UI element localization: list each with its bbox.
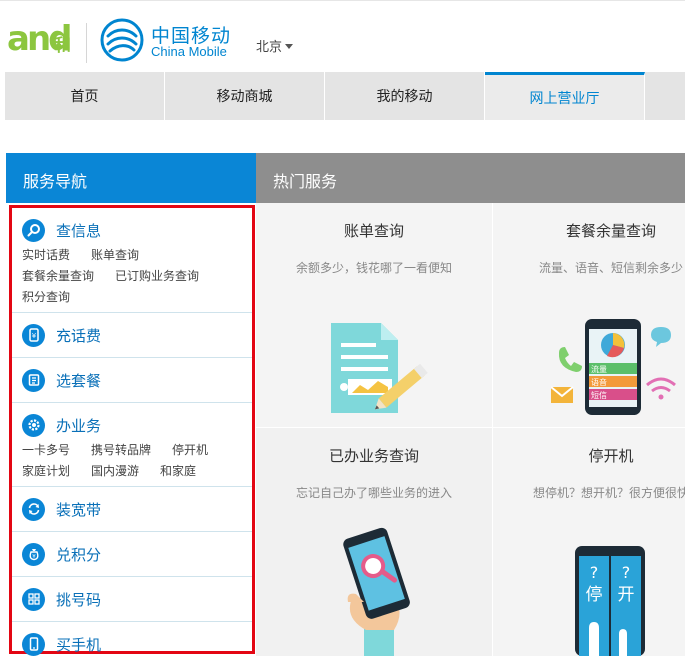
yen-phone-icon: ¥ — [22, 323, 45, 347]
service-nav-panel: 查信息 实时话费 账单查询 套餐余量查询 已订购业务查询 积分查询 ¥ 充话费 … — [9, 205, 255, 656]
link-package-balance[interactable]: 套餐余量查询 — [22, 266, 94, 287]
points-bag-icon: ¥ — [22, 542, 45, 566]
service-section-broadband: 装宽带 — [12, 487, 252, 532]
refresh-icon — [22, 497, 45, 521]
hot-card-stop-start[interactable]: 停开机 想停机？想开机？很方便很快 ? ? 停 开 — [493, 428, 685, 656]
he-logo-text: 和 — [54, 36, 71, 56]
service-section-business: 办业务 一卡多号 携号转品牌 停开机 家庭计划 国内漫游 和家庭 — [12, 403, 252, 487]
service-nav-title: 服务导航 — [6, 153, 256, 203]
service-query-links: 实时话费 账单查询 套餐余量查询 已订购业务查询 积分查询 — [22, 245, 252, 312]
service-query-title: 查信息 — [56, 221, 102, 240]
bill-document-pencil-icon — [331, 323, 428, 413]
logo-divider — [86, 23, 87, 63]
hot-card-business-query[interactable]: 已办业务查询 忘记自己办了哪些业务的进入 — [256, 428, 492, 656]
link-subscribed-query[interactable]: 已订购业务查询 — [115, 266, 199, 287]
phone-usage-stats-icon: 流量 语音 短信 — [551, 319, 676, 415]
link-he-family[interactable]: 和家庭 — [160, 461, 196, 482]
service-recharge-row[interactable]: ¥ 充话费 — [22, 313, 252, 357]
service-broadband-row[interactable]: 装宽带 — [22, 487, 252, 531]
service-section-query: 查信息 实时话费 账单查询 套餐余量查询 已订购业务查询 积分查询 — [12, 208, 252, 313]
phone-icon — [22, 632, 45, 656]
svg-text:¥: ¥ — [31, 332, 36, 340]
phone-screen-row-voice: 语音 — [591, 377, 607, 387]
nav-item-home[interactable]: 首页 — [5, 72, 165, 120]
start-sign-char: 开 — [618, 585, 635, 605]
phone-screen-row-sms: 短信 — [591, 390, 607, 400]
chevron-down-icon — [285, 44, 294, 49]
service-broadband-title: 装宽带 — [56, 500, 102, 519]
service-section-recharge: ¥ 充话费 — [12, 313, 252, 358]
svg-text:?: ? — [590, 563, 599, 582]
phone-magnifier-hand-icon — [343, 527, 410, 656]
and-logo[interactable]: and 和 — [7, 19, 77, 65]
service-business-title: 办业务 — [56, 416, 102, 435]
stop-sign-char: 停 — [586, 585, 603, 605]
hot-card-business-query-desc: 忘记自己办了哪些业务的进入 — [295, 486, 452, 500]
hot-card-bill-query-title: 账单查询 — [343, 222, 404, 240]
hot-card-package-balance-desc: 流量、语音、短信剩余多少 — [538, 261, 683, 275]
link-points-query[interactable]: 积分查询 — [22, 287, 70, 308]
phone-stop-start-icon: ? ? 停 开 — [575, 546, 645, 656]
service-number-title: 挑号码 — [56, 590, 102, 609]
hot-card-bill-query-desc: 余额多少，钱花哪了一看便知 — [295, 261, 452, 275]
svg-text:¥: ¥ — [32, 554, 36, 560]
hot-services-title: 热门服务 — [256, 153, 685, 203]
link-realtime-fee[interactable]: 实时话费 — [22, 245, 70, 266]
service-package-row[interactable]: 选套餐 — [22, 358, 252, 402]
hot-card-bill-query[interactable]: 账单查询 余额多少，钱花哪了一看便知 — [256, 203, 492, 427]
nav-item-online-hall[interactable]: 网上营业厅 — [485, 72, 645, 120]
package-icon — [22, 368, 45, 392]
hot-card-package-balance-title: 套餐余量查询 — [565, 222, 656, 240]
nav-item-mall[interactable]: 移动商城 — [165, 72, 325, 120]
hot-card-stop-start-title: 停开机 — [588, 447, 634, 465]
grid-icon — [22, 587, 45, 611]
phone-screen-row-data: 流量 — [591, 364, 607, 374]
hot-card-package-balance[interactable]: 套餐余量查询 流量、语音、短信剩余多少 流量 语音 短信 — [493, 203, 685, 427]
brand-name-en: China Mobile — [151, 44, 227, 59]
link-bill-query[interactable]: 账单查询 — [91, 245, 139, 266]
search-icon — [22, 218, 45, 242]
service-phone-title: 买手机 — [56, 635, 102, 654]
site-header: and 和 中国移动 China Mobile 北京 — [0, 0, 685, 72]
china-mobile-logo-icon[interactable] — [100, 18, 144, 62]
link-domestic-roaming[interactable]: 国内漫游 — [91, 461, 139, 482]
service-points-title: 兑积分 — [56, 545, 102, 564]
city-label: 北京 — [256, 40, 283, 55]
service-section-points: ¥ 兑积分 — [12, 532, 252, 577]
main-nav: 首页 移动商城 我的移动 网上营业厅 — [5, 72, 685, 120]
svg-text:?: ? — [622, 563, 631, 582]
service-number-row[interactable]: 挑号码 — [22, 577, 252, 621]
service-section-number: 挑号码 — [12, 577, 252, 622]
link-multi-number[interactable]: 一卡多号 — [22, 440, 70, 461]
service-points-row[interactable]: ¥ 兑积分 — [22, 532, 252, 576]
service-section-package: 选套餐 — [12, 358, 252, 403]
link-brand-transfer[interactable]: 携号转品牌 — [91, 440, 151, 461]
link-family-plan[interactable]: 家庭计划 — [22, 461, 70, 482]
service-recharge-title: 充话费 — [56, 326, 102, 345]
service-business-links: 一卡多号 携号转品牌 停开机 家庭计划 国内漫游 和家庭 — [22, 440, 252, 486]
gear-icon — [22, 413, 45, 437]
service-phone-row[interactable]: 买手机 — [22, 622, 252, 656]
link-stop-start[interactable]: 停开机 — [172, 440, 208, 461]
city-selector[interactable]: 北京 — [256, 36, 294, 55]
service-package-title: 选套餐 — [56, 371, 102, 390]
nav-item-more[interactable] — [645, 72, 685, 120]
hot-card-business-query-title: 已办业务查询 — [328, 447, 419, 465]
service-section-phone: 买手机 — [12, 622, 252, 656]
hot-card-stop-start-desc: 想停机？想开机？很方便很快 — [532, 486, 685, 500]
nav-item-my-mobile[interactable]: 我的移动 — [325, 72, 485, 120]
